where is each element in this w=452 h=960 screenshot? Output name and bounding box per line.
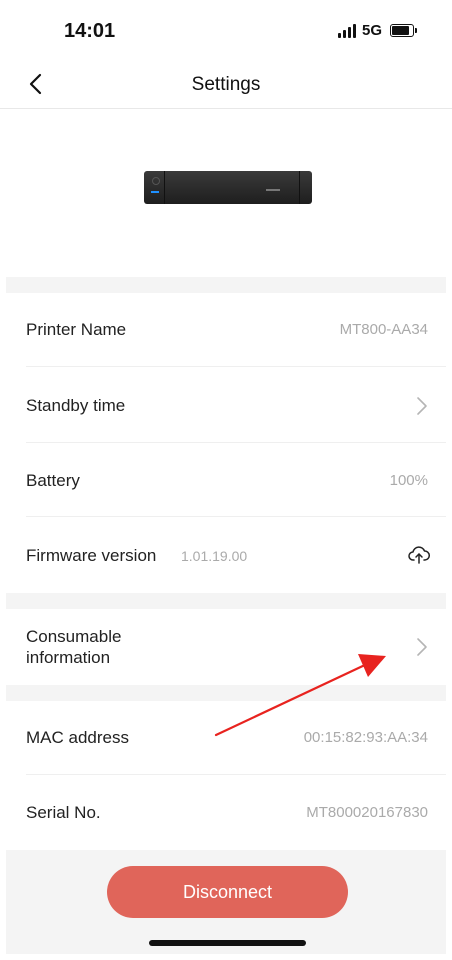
row-consumable-information[interactable]: Consumable information — [6, 609, 446, 685]
chevron-right-icon[interactable] — [416, 637, 428, 657]
serial-number-label: Serial No. — [26, 803, 101, 822]
serial-number-value: MT800020167830 — [306, 804, 428, 821]
home-indicator — [149, 940, 306, 946]
standby-time-label: Standby time — [26, 396, 126, 415]
consumable-label: Consumable information — [26, 627, 122, 667]
cloud-upload-icon[interactable] — [408, 545, 430, 565]
printer-name-label: Printer Name — [26, 320, 127, 339]
battery-label: Battery — [26, 471, 80, 490]
row-firmware-version[interactable]: Firmware version 1.01.19.00 — [6, 517, 446, 593]
section-separator — [6, 277, 446, 293]
printer-name-value: MT800-AA34 — [339, 321, 428, 338]
mac-address-value: 00:15:82:93:AA:34 — [303, 729, 428, 746]
section-separator — [6, 593, 446, 609]
mac-address-label: MAC address — [26, 728, 129, 747]
printer-image — [144, 171, 312, 204]
firmware-label: Firmware version — [26, 546, 157, 565]
status-time: 14:01 — [64, 20, 116, 42]
signal-icon — [337, 23, 356, 38]
row-serial-number: Serial No. MT800020167830 — [6, 775, 446, 850]
status-bar: 14:01 5G — [0, 0, 452, 60]
bottom-action-area: Disconnect — [6, 850, 446, 954]
status-icons: 5G — [337, 22, 417, 39]
firmware-value: 1.01.19.00 — [181, 548, 248, 564]
section-separator — [6, 685, 446, 701]
printer-hero — [0, 109, 452, 277]
row-printer-name: Printer Name MT800-AA34 — [6, 293, 446, 367]
battery-icon — [390, 24, 417, 37]
row-battery: Battery 100% — [6, 443, 446, 517]
chevron-right-icon[interactable] — [416, 396, 428, 416]
page-title: Settings — [191, 74, 261, 95]
network-type: 5G — [361, 22, 382, 39]
disconnect-button[interactable]: Disconnect — [107, 866, 348, 918]
row-standby-time[interactable]: Standby time — [6, 367, 446, 443]
battery-value: 100% — [389, 472, 428, 489]
nav-bar: Settings — [0, 60, 452, 109]
row-mac-address: MAC address 00:15:82:93:AA:34 — [6, 701, 446, 775]
